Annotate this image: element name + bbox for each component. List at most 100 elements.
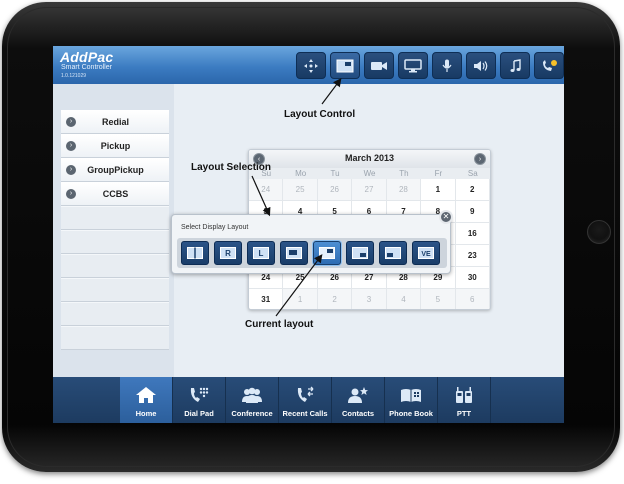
sidebar-item-pickup[interactable]: › Pickup: [61, 134, 169, 158]
bottom-navigation: Home Dial Pad Conference Recent Calls Co…: [53, 377, 564, 423]
chevron-right-icon: ›: [66, 141, 76, 151]
layout-option-split[interactable]: [181, 241, 209, 265]
bottom-nav-items: Home Dial Pad Conference Recent Calls Co…: [120, 377, 491, 423]
nav-label: Dial Pad: [184, 409, 214, 418]
sidebar-list: › Redial › Pickup › GroupPickup › CCBS: [61, 110, 169, 350]
calendar-day-other-month[interactable]: 27: [352, 179, 387, 201]
calendar-day[interactable]: 31: [249, 289, 284, 309]
layout-selection-popup: Select Display Layout ✕ R L VE: [171, 210, 453, 274]
call-settings-icon: [543, 59, 557, 71]
close-icon: ✕: [442, 212, 450, 221]
layout-pip-small-icon: [286, 247, 302, 259]
sidebar-item-label: CCBS: [102, 189, 129, 199]
sidebar-item-label: Pickup: [100, 141, 131, 151]
app-header: AddPac Smart Controller 1.0.121029: [53, 46, 564, 84]
nav-phone-book[interactable]: Phone Book: [385, 377, 438, 423]
sidebar-item-label: GroupPickup: [87, 165, 144, 175]
move-icon: [304, 58, 318, 73]
sidebar-item-ccbs[interactable]: › CCBS: [61, 182, 169, 206]
sidebar-empty-row: [61, 230, 169, 254]
home-icon: [136, 387, 156, 403]
layout-pip-top-right-icon: [319, 247, 335, 259]
move-button[interactable]: [296, 52, 326, 79]
sidebar-item-redial[interactable]: › Redial: [61, 110, 169, 134]
chevron-right-icon: ›: [66, 117, 76, 127]
layout-icon: [336, 59, 354, 72]
layout-option-right[interactable]: R: [214, 241, 242, 265]
layout-left-icon: L: [253, 247, 269, 259]
layout-option-pip-bottom-right[interactable]: [346, 241, 374, 265]
sidebar-empty-row: [61, 206, 169, 230]
calendar-day-other-month[interactable]: 6: [455, 289, 490, 309]
weekday-header: Th: [386, 168, 422, 179]
calendar-day-other-month[interactable]: 26: [317, 179, 353, 201]
layout-option-right-label: R: [225, 249, 231, 258]
microphone-icon: [442, 59, 452, 72]
layout-option-left[interactable]: L: [247, 241, 275, 265]
nav-label: Conference: [231, 409, 273, 418]
layout-option-video-text[interactable]: VE: [412, 241, 440, 265]
annotation-layout-control: Layout Control: [284, 109, 356, 120]
calendar-day-other-month[interactable]: 25: [283, 179, 318, 201]
contacts-icon: [348, 387, 368, 403]
next-month-button[interactable]: ›: [474, 153, 486, 165]
monitor-button[interactable]: [398, 52, 428, 79]
nav-ptt[interactable]: PTT: [438, 377, 491, 423]
nav-label: Phone Book: [389, 409, 433, 418]
calendar-day-other-month[interactable]: 3: [352, 289, 387, 309]
speaker-button[interactable]: [466, 52, 496, 79]
chevron-right-icon: ›: [66, 189, 76, 199]
layout-option-pip-bottom-left[interactable]: [379, 241, 407, 265]
sidebar-empty-row: [61, 278, 169, 302]
weekday-header: Sa: [455, 168, 490, 179]
music-button[interactable]: [500, 52, 530, 79]
app-version: 1.0.121029: [61, 73, 87, 79]
music-icon: [510, 58, 521, 72]
layout-toolbar: [296, 52, 564, 79]
layout-option-pip-small[interactable]: [280, 241, 308, 265]
weekday-header: Fr: [421, 168, 456, 179]
calendar-day[interactable]: 9: [455, 201, 490, 223]
camera-icon: [371, 61, 387, 70]
tablet-home-button[interactable]: [587, 220, 611, 244]
nav-contacts[interactable]: Contacts: [332, 377, 385, 423]
layout-control-button[interactable]: [330, 52, 360, 79]
calendar-day[interactable]: 2: [455, 179, 490, 201]
popup-title: Select Display Layout: [181, 224, 249, 231]
sidebar-item-grouppickup[interactable]: › GroupPickup: [61, 158, 169, 182]
layout-split-icon: [187, 247, 203, 259]
ptt-icon: [456, 387, 472, 403]
nav-recent-calls[interactable]: Recent Calls: [279, 377, 332, 423]
microphone-button[interactable]: [432, 52, 462, 79]
nav-label: Home: [135, 409, 157, 418]
app-screen: AddPac Smart Controller 1.0.121029 › Red…: [53, 46, 564, 423]
nav-home[interactable]: Home: [120, 377, 173, 423]
calendar-day-other-month[interactable]: 28: [386, 179, 422, 201]
nav-label: PTT: [456, 409, 472, 418]
calendar-day[interactable]: 16: [455, 223, 490, 245]
call-settings-button[interactable]: [534, 52, 564, 79]
layout-pip-bottom-left-icon: [385, 247, 401, 259]
nav-conference[interactable]: Conference: [226, 377, 279, 423]
annotation-layout-selection: Layout Selection: [191, 162, 272, 173]
close-button[interactable]: ✕: [439, 210, 453, 224]
weekday-header: Mo: [283, 168, 318, 179]
calendar-month-title: March 2013: [344, 153, 395, 163]
calendar-day-other-month[interactable]: 2: [317, 289, 353, 309]
app-logo: AddPac: [60, 49, 114, 65]
phone-book-icon: [401, 389, 421, 402]
calendar-day[interactable]: 23: [455, 245, 490, 267]
calendar-day[interactable]: 1: [421, 179, 456, 201]
annotation-current-layout: Current layout: [245, 319, 314, 330]
calendar-day-other-month[interactable]: 5: [421, 289, 456, 309]
layout-option-pip-top-right-current[interactable]: [313, 241, 341, 265]
nav-dial-pad[interactable]: Dial Pad: [173, 377, 226, 423]
layout-option-left-label: L: [259, 249, 264, 258]
recent-calls-icon: [297, 386, 314, 402]
camera-button[interactable]: [364, 52, 394, 79]
calendar-day-other-month[interactable]: 4: [386, 289, 422, 309]
monitor-icon: [404, 58, 422, 72]
calendar-day-other-month[interactable]: 1: [283, 289, 318, 309]
calendar-day[interactable]: 30: [455, 267, 490, 289]
calendar-day-other-month[interactable]: 24: [249, 179, 284, 201]
